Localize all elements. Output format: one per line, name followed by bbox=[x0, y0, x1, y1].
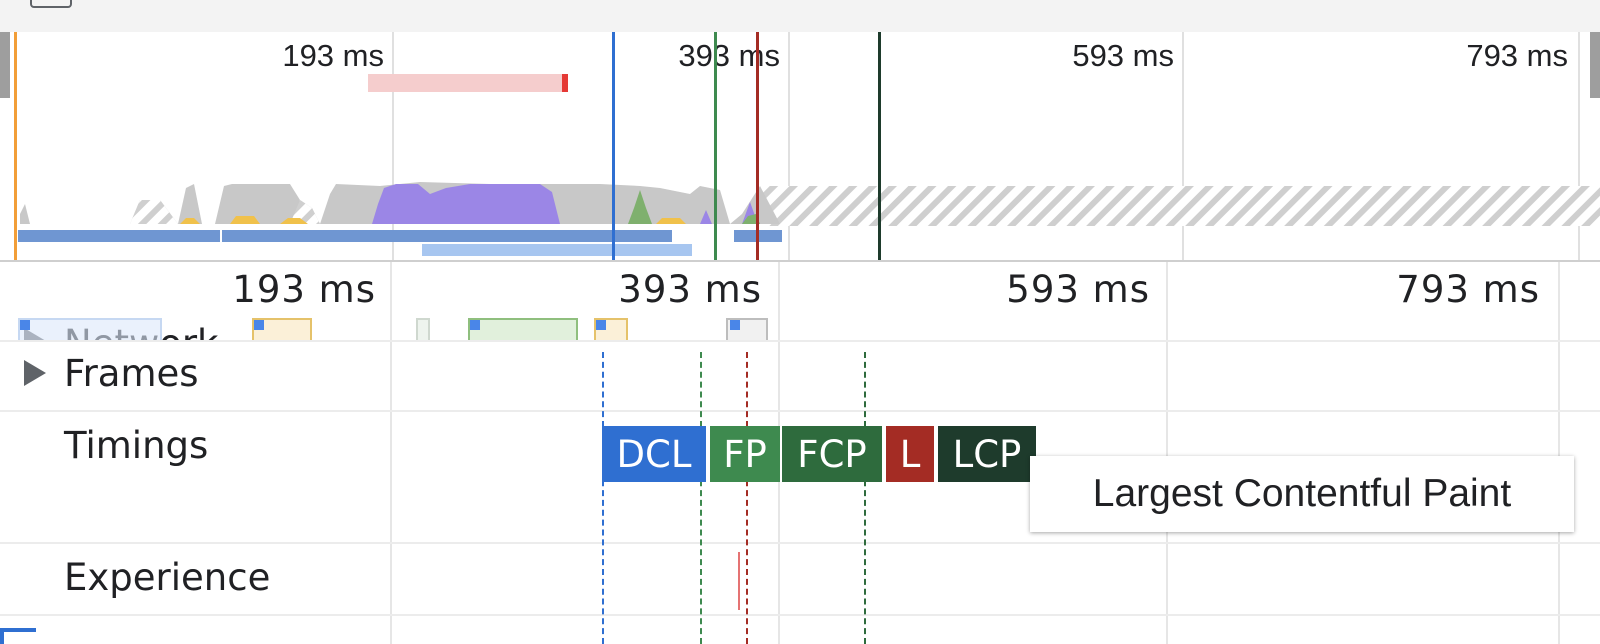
expand-arrow-icon[interactable] bbox=[24, 360, 46, 386]
toolbar-strip bbox=[0, 0, 1600, 33]
experience-track-label: Experience bbox=[64, 556, 271, 599]
overview-tick-label: 593 ms bbox=[1072, 38, 1174, 73]
fcp-marker[interactable]: FCP bbox=[782, 426, 882, 482]
overview-right-handle[interactable] bbox=[1590, 32, 1600, 98]
network-request-marker bbox=[254, 320, 264, 330]
track-separator bbox=[0, 340, 1600, 342]
network-request[interactable] bbox=[416, 318, 430, 340]
fp-dashed-line bbox=[700, 352, 702, 644]
flame-tick-label: 793 ms bbox=[1396, 268, 1540, 311]
load-dashed-line bbox=[746, 352, 748, 644]
selection-corner bbox=[0, 628, 36, 632]
track-separator bbox=[0, 410, 1600, 412]
overview-network-bar bbox=[18, 230, 220, 242]
network-request[interactable] bbox=[18, 318, 162, 340]
overview-tick-label: 793 ms bbox=[1466, 38, 1568, 73]
flame-tick-label: 593 ms bbox=[1006, 268, 1150, 311]
overview-network-bar bbox=[222, 230, 672, 242]
timings-track-label: Timings bbox=[64, 424, 209, 467]
layout-shift-marker[interactable] bbox=[738, 552, 740, 610]
flame-tick-label: 393 ms bbox=[618, 268, 762, 311]
dcl-dashed-line bbox=[602, 352, 604, 644]
idle-hatched-area bbox=[760, 186, 1600, 226]
marker-tooltip: Largest Contentful Paint bbox=[1030, 456, 1574, 532]
overview-fp-line bbox=[714, 32, 717, 260]
overview-tick-label: 193 ms bbox=[282, 38, 384, 73]
timeline-overview[interactable]: 193 ms 393 ms 593 ms 793 ms bbox=[0, 32, 1600, 262]
track-separator bbox=[0, 542, 1600, 544]
overview-lcp-line bbox=[878, 32, 881, 260]
lcp-marker[interactable]: LCP bbox=[938, 426, 1036, 482]
flame-tick-label: 193 ms bbox=[232, 268, 376, 311]
toolbar-checkbox-icon[interactable] bbox=[30, 0, 72, 8]
track-separator bbox=[0, 614, 1600, 616]
network-request-marker bbox=[470, 320, 480, 330]
frames-track-label[interactable]: Frames bbox=[64, 352, 199, 395]
overview-long-task-end bbox=[562, 74, 568, 92]
network-request[interactable] bbox=[468, 318, 578, 340]
cpu-activity-graph bbox=[20, 182, 1600, 226]
overview-navigation-start-line bbox=[14, 32, 17, 260]
overview-network-bar bbox=[422, 244, 692, 256]
network-track[interactable]: Network bbox=[0, 316, 1600, 340]
scripting-area bbox=[372, 184, 560, 224]
dcl-marker[interactable]: DCL bbox=[602, 426, 706, 482]
network-request-marker bbox=[596, 320, 606, 330]
fp-marker[interactable]: FP bbox=[710, 426, 780, 482]
selection-corner bbox=[0, 628, 4, 644]
network-request-marker bbox=[730, 320, 740, 330]
overview-long-task-bar bbox=[368, 74, 562, 92]
overview-left-handle[interactable] bbox=[0, 32, 10, 98]
overview-load-line bbox=[756, 32, 759, 260]
lcp-dashed-line bbox=[864, 352, 866, 644]
overview-dcl-line bbox=[612, 32, 615, 260]
load-marker[interactable]: L bbox=[886, 426, 934, 482]
network-request-marker bbox=[20, 320, 30, 330]
